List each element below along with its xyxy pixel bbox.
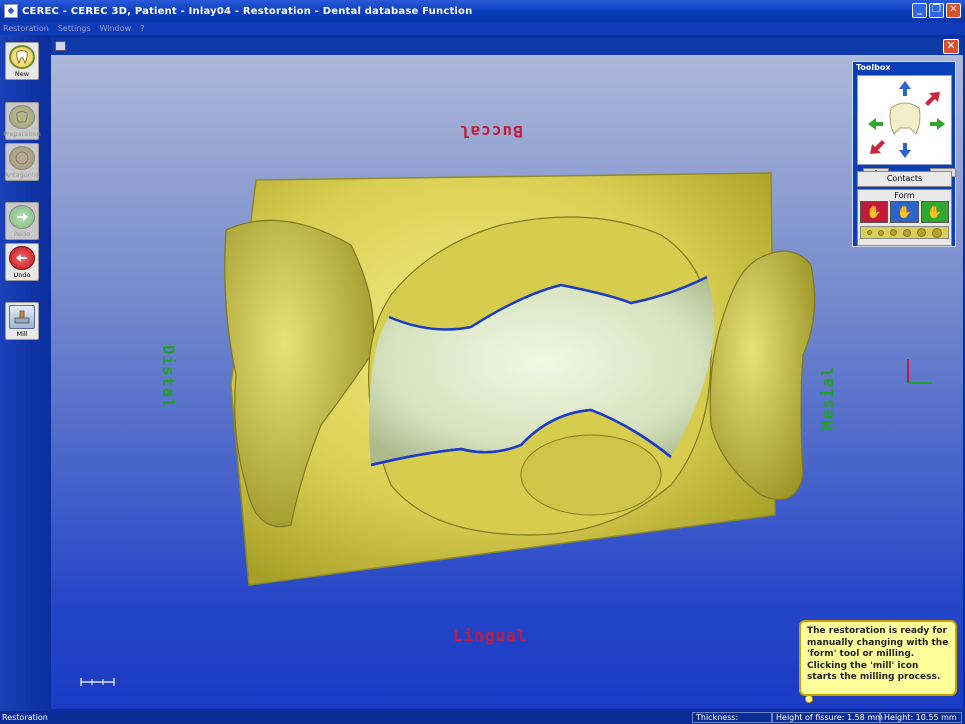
axis-indicator	[904, 357, 934, 390]
undo-label: Undo	[13, 271, 31, 279]
form-tool-group: Form ✋ ✋ ✋	[857, 189, 952, 246]
viewport-close-button[interactable]: ✕	[943, 39, 959, 54]
redo-arrow-icon	[9, 205, 35, 229]
scale-bar	[80, 677, 116, 690]
hand-remove-icon: ✋	[927, 205, 943, 219]
mill-button[interactable]: Mill	[5, 302, 39, 340]
restore-button[interactable]: ❐	[929, 3, 944, 18]
size-dot-4[interactable]	[903, 228, 911, 237]
redo-button[interactable]: Redo	[5, 202, 39, 240]
view-navigation[interactable]: + –	[857, 75, 956, 177]
menu-settings[interactable]: Settings	[58, 24, 91, 33]
toolbox-title: Toolbox	[856, 63, 891, 72]
toolbox-panel: Toolbox + – Contacts Form ✋ ✋ ✋	[852, 61, 956, 247]
new-button[interactable]: New	[5, 42, 39, 80]
redo-label: Redo	[13, 230, 31, 238]
hand-add-icon: ✋	[866, 205, 882, 219]
size-dot-1[interactable]	[867, 230, 872, 235]
title-bar: ◆ CEREC - CEREC 3D, Patient - Inlay04 - …	[0, 0, 965, 22]
form-add-button[interactable]: ✋	[860, 201, 889, 223]
form-smooth-button[interactable]: ✋	[890, 201, 919, 223]
antagonist-label: Antagonist	[4, 171, 40, 179]
undo-button[interactable]: Undo	[5, 243, 39, 281]
viewport-header: ✕	[51, 38, 963, 55]
antagonist-button[interactable]: Antagonist	[4, 143, 40, 181]
mill-icon	[9, 305, 35, 329]
menu-window[interactable]: Window	[100, 24, 132, 33]
rotate-diagonal-down-arrow-icon	[870, 140, 885, 154]
antagonist-icon	[9, 146, 35, 170]
lingual-label: Lingual	[453, 626, 528, 645]
size-dot-5[interactable]	[917, 228, 926, 237]
tool-size-selector[interactable]	[860, 226, 949, 239]
preparation-icon	[9, 105, 35, 129]
preparation-button[interactable]: Preparation	[3, 102, 41, 140]
undo-arrow-icon	[9, 246, 35, 270]
lingual-cusp	[520, 434, 662, 516]
buccal-label: Buccal	[459, 122, 523, 141]
rotate-down-arrow-icon	[899, 143, 911, 158]
window-title: CEREC - CEREC 3D, Patient - Inlay04 - Re…	[22, 5, 473, 17]
mesial-label: Mesial	[818, 366, 837, 430]
rotate-up-arrow-icon	[899, 81, 911, 96]
hint-pointer	[805, 695, 813, 703]
form-label: Form	[894, 191, 915, 200]
minimize-button[interactable]: _	[912, 3, 927, 18]
contacts-button[interactable]: Contacts	[857, 171, 952, 187]
status-mode: Restoration	[2, 713, 48, 722]
status-bar: Restoration Thickness: Height of fissure…	[0, 711, 965, 724]
distal-label: Distal	[159, 345, 178, 409]
tooth-model-icon	[889, 102, 921, 135]
window-controls: _ ❐ ✕	[912, 3, 961, 18]
mill-label: Mill	[16, 330, 28, 338]
close-window-button[interactable]: ✕	[946, 3, 961, 18]
preparation-label: Preparation	[3, 130, 41, 138]
size-dot-6[interactable]	[932, 227, 942, 238]
menu-help[interactable]: ?	[140, 24, 144, 33]
hand-smooth-icon: ✋	[897, 205, 912, 219]
size-dot-2[interactable]	[878, 229, 884, 236]
hint-tooltip: The restoration is ready for manually ch…	[799, 620, 957, 696]
size-dot-3[interactable]	[890, 229, 897, 236]
rotate-left-arrow-icon	[868, 118, 883, 130]
rotate-diagonal-up-arrow-icon	[925, 92, 940, 106]
status-height-of-fissure: Height of fissure: 1.58 mm	[772, 712, 883, 723]
tooth-new-icon	[9, 45, 35, 69]
new-label: New	[14, 70, 30, 78]
rotate-right-arrow-icon	[930, 118, 945, 130]
menu-restoration[interactable]: Restoration	[3, 24, 49, 33]
status-thickness: Thickness:	[692, 712, 772, 723]
status-height: Height: 10.55 mm	[880, 712, 962, 723]
app-icon: ◆	[4, 4, 18, 18]
menu-bar: Restoration Settings Window ?	[0, 22, 965, 35]
viewport-window-icon	[55, 41, 66, 51]
form-remove-button[interactable]: ✋	[920, 201, 949, 223]
